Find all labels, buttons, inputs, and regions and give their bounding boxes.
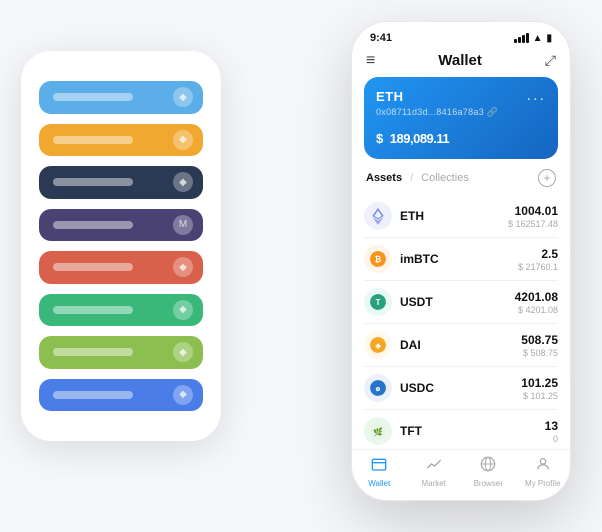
dai-usd: $ 508.75 xyxy=(521,348,558,358)
svg-text:₿: ₿ xyxy=(375,255,382,264)
asset-row-eth[interactable]: ETH1004.01$ 162517.48 xyxy=(364,195,558,238)
wallet-card-7[interactable]: ◆ xyxy=(39,379,203,412)
card-icon: ◆ xyxy=(173,342,193,362)
currency-symbol: $ xyxy=(376,131,383,146)
assets-tabs: Assets / Collecties xyxy=(366,172,469,184)
svg-text:🌿: 🌿 xyxy=(373,426,383,436)
scene: ◆ ◆ ◆ M ◆ ◆ ◆ ◆ 9:41 ▲ ▮ ≡ Wallet ⤢ xyxy=(21,21,581,511)
imbtc-amount: 2.5 xyxy=(518,247,558,261)
asset-row-usdc[interactable]: ⊕ USDC101.25$ 101.25 xyxy=(364,367,558,410)
nav-browser-label: Browser xyxy=(474,479,503,488)
wallet-card-2[interactable]: ◆ xyxy=(39,166,203,199)
usdt-name: USDT xyxy=(400,295,515,309)
expand-icon[interactable]: ⤢ xyxy=(545,52,556,69)
card-icon: ◆ xyxy=(173,172,193,192)
imbtc-usd: $ 21760.1 xyxy=(518,262,558,272)
nav-item-browser[interactable]: Browser xyxy=(461,456,516,488)
tab-collecties[interactable]: Collecties xyxy=(421,172,469,184)
imbtc-name: imBTC xyxy=(400,252,518,266)
svg-text:T: T xyxy=(376,298,381,307)
imbtc-icon: ₿ xyxy=(364,245,392,273)
battery-icon: ▮ xyxy=(546,33,552,44)
tft-amount: 13 xyxy=(545,419,558,433)
wallet-card-1[interactable]: ◆ xyxy=(39,124,203,157)
eth-amount: 1004.01 xyxy=(508,204,558,218)
tft-usd: 0 xyxy=(545,434,558,444)
assets-header: Assets / Collecties + xyxy=(352,169,570,195)
usdc-amount: 101.25 xyxy=(521,376,558,390)
card-icon: ◆ xyxy=(173,300,193,320)
eth-usd: $ 162517.48 xyxy=(508,219,558,229)
dai-icon: ◈ xyxy=(364,331,392,359)
usdc-name: USDC xyxy=(400,381,521,395)
dai-amount: 508.75 xyxy=(521,333,558,347)
wifi-icon: ▲ xyxy=(533,33,543,44)
nav-wallet-label: Wallet xyxy=(368,479,390,488)
usdc-usd: $ 101.25 xyxy=(521,391,558,401)
eth-card-balance: $ 189,089.11 xyxy=(376,126,546,149)
nav-browser-icon xyxy=(480,456,496,477)
usdt-icon: T xyxy=(364,288,392,316)
svg-text:⊕: ⊕ xyxy=(375,386,380,393)
nav-item-wallet[interactable]: Wallet xyxy=(352,456,407,488)
eth-card-menu[interactable]: ... xyxy=(527,87,546,105)
nav-market-label: Market xyxy=(422,479,446,488)
signal-icon xyxy=(514,33,529,43)
tft-icon: 🌿 xyxy=(364,417,392,445)
status-icons: ▲ ▮ xyxy=(514,33,552,44)
wallet-card-5[interactable]: ◆ xyxy=(39,294,203,327)
tft-name: TFT xyxy=(400,424,545,438)
nav-wallet-icon xyxy=(371,456,387,477)
card-icon: ◆ xyxy=(173,87,193,107)
eth-icon xyxy=(364,202,392,230)
asset-row-tft[interactable]: 🌿 TFT130 xyxy=(364,410,558,449)
wallet-card-0[interactable]: ◆ xyxy=(39,81,203,114)
asset-row-dai[interactable]: ◈ DAI508.75$ 508.75 xyxy=(364,324,558,367)
nav-market-icon xyxy=(426,456,442,477)
nav-my-profile-icon xyxy=(535,456,551,477)
eth-name: ETH xyxy=(400,209,508,223)
usdc-icon: ⊕ xyxy=(364,374,392,402)
asset-row-imbtc[interactable]: ₿ imBTC2.5$ 21760.1 xyxy=(364,238,558,281)
eth-card-title: ETH xyxy=(376,89,404,104)
asset-row-usdt[interactable]: T USDT4201.08$ 4201.08 xyxy=(364,281,558,324)
left-phone: ◆ ◆ ◆ M ◆ ◆ ◆ ◆ xyxy=(21,51,221,441)
tab-assets[interactable]: Assets xyxy=(366,172,402,184)
card-icon: M xyxy=(173,215,193,235)
menu-icon[interactable]: ≡ xyxy=(366,53,375,69)
wallet-card-6[interactable]: ◆ xyxy=(39,336,203,369)
balance-value: 189,089.11 xyxy=(390,131,449,146)
time-label: 9:41 xyxy=(370,32,392,44)
asset-list: ETH1004.01$ 162517.48 ₿ imBTC2.5$ 21760.1 T… xyxy=(352,195,570,449)
right-phone: 9:41 ▲ ▮ ≡ Wallet ⤢ ETH ... xyxy=(351,21,571,501)
card-icon: ◆ xyxy=(173,257,193,277)
tab-divider: / xyxy=(410,172,413,184)
card-icon: ◆ xyxy=(173,130,193,150)
phone-header: ≡ Wallet ⤢ xyxy=(352,48,570,77)
nav-item-market[interactable]: Market xyxy=(407,456,462,488)
wallet-card-3[interactable]: M xyxy=(39,209,203,242)
eth-card[interactable]: ETH ... 0x08711d3d...8416a78a3 🔗 $ 189,0… xyxy=(364,77,558,159)
usdt-amount: 4201.08 xyxy=(515,290,558,304)
nav-my-profile-label: My Profile xyxy=(525,479,561,488)
bottom-nav: Wallet Market Browser My Profile xyxy=(352,449,570,500)
card-icon: ◆ xyxy=(173,385,193,405)
wallet-card-4[interactable]: ◆ xyxy=(39,251,203,284)
svg-text:◈: ◈ xyxy=(374,343,381,350)
status-bar: 9:41 ▲ ▮ xyxy=(352,22,570,48)
usdt-usd: $ 4201.08 xyxy=(515,305,558,315)
nav-item-my-profile[interactable]: My Profile xyxy=(516,456,571,488)
dai-name: DAI xyxy=(400,338,521,352)
eth-card-address: 0x08711d3d...8416a78a3 🔗 xyxy=(376,107,546,118)
add-asset-button[interactable]: + xyxy=(538,169,556,187)
page-title: Wallet xyxy=(438,52,482,69)
